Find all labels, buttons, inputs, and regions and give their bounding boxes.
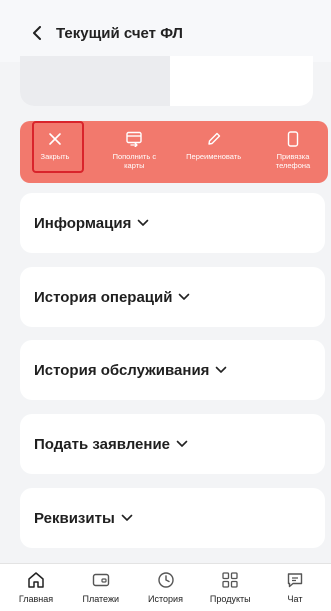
rename-button[interactable]: Переименовать xyxy=(183,121,245,183)
section-submit-application[interactable]: Подать заявление xyxy=(20,414,325,474)
chevron-down-icon xyxy=(215,366,227,374)
section-service-history[interactable]: История обслуживания xyxy=(20,340,325,400)
section-label: История обслуживания xyxy=(34,361,210,379)
clock-icon xyxy=(156,570,176,590)
card-transfer-icon xyxy=(125,130,143,148)
phone-icon xyxy=(284,130,302,148)
pencil-icon xyxy=(205,130,223,148)
nav-label: Главная xyxy=(18,594,54,604)
nav-item-history[interactable]: История xyxy=(136,564,196,611)
close-icon xyxy=(46,130,64,148)
account-card-shade xyxy=(20,56,170,106)
chevron-down-icon xyxy=(121,514,133,522)
nav-item-chat[interactable]: Чат xyxy=(265,564,325,611)
section-info[interactable]: Информация xyxy=(20,193,325,253)
action-label: Закрыть xyxy=(40,152,70,161)
chat-icon xyxy=(285,570,305,590)
section-operations-history[interactable]: История операций xyxy=(20,267,325,327)
chevron-down-icon xyxy=(178,293,190,301)
nav-item-home[interactable]: Главная xyxy=(6,564,66,611)
chevron-down-icon xyxy=(176,440,188,448)
section-requisites[interactable]: Реквизиты xyxy=(20,488,325,548)
nav-label: История xyxy=(148,594,183,604)
page-title: Текущий счет ФЛ xyxy=(56,24,183,42)
nav-item-payments[interactable]: Платежи xyxy=(71,564,131,611)
grid-icon xyxy=(220,570,240,590)
close-account-button[interactable]: Закрыть xyxy=(24,121,86,183)
section-label: Информация xyxy=(34,214,132,232)
action-label: Переименовать xyxy=(186,152,242,161)
action-label: Пополнить с карты xyxy=(112,152,157,170)
nav-item-products[interactable]: Продукты xyxy=(200,564,260,611)
action-label: Привязка телефона xyxy=(275,152,311,170)
home-icon xyxy=(26,570,46,590)
phone-binding-button[interactable]: Привязка телефона xyxy=(262,121,324,183)
section-label: Реквизиты xyxy=(34,509,115,527)
nav-label: Платежи xyxy=(82,594,119,604)
nav-label: Продукты xyxy=(209,594,251,604)
account-screen: Текущий счет ФЛ Закрыть Пополнить с карт… xyxy=(0,0,331,611)
chevron-down-icon xyxy=(137,219,149,227)
action-bar: Закрыть Пополнить с карты Переименовать … xyxy=(20,121,328,183)
section-label: История операций xyxy=(34,288,173,306)
section-label: Подать заявление xyxy=(34,435,171,453)
bottom-nav: Главная Платежи История Продукты Чат xyxy=(0,563,331,611)
header: Текущий счет ФЛ xyxy=(0,0,331,62)
chevron-left-icon[interactable] xyxy=(30,26,44,40)
top-up-from-card-button[interactable]: Пополнить с карты xyxy=(103,121,165,183)
nav-label: Чат xyxy=(287,594,303,604)
payments-icon xyxy=(91,570,111,590)
